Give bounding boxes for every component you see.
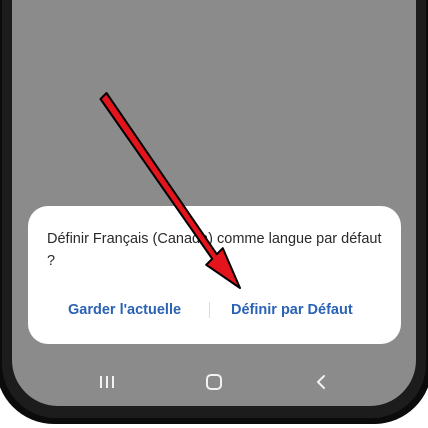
phone-screen: Définir Français (Canada) comme langue p… <box>12 0 416 406</box>
default-language-dialog: Définir Français (Canada) comme langue p… <box>28 206 401 344</box>
button-divider <box>209 302 210 318</box>
back-icon <box>317 375 325 389</box>
set-default-button[interactable]: Définir par Défaut <box>231 292 353 328</box>
dialog-message: Définir Français (Canada) comme langue p… <box>47 231 382 269</box>
home-button[interactable] <box>192 364 236 400</box>
back-button[interactable] <box>299 364 343 400</box>
keep-current-button[interactable]: Garder l'actuelle <box>68 292 181 328</box>
recents-icon <box>100 376 114 388</box>
recents-button[interactable] <box>85 364 129 400</box>
stage: Définir Français (Canada) comme langue p… <box>0 0 428 428</box>
navigation-bar <box>12 364 416 400</box>
home-icon <box>206 374 222 390</box>
